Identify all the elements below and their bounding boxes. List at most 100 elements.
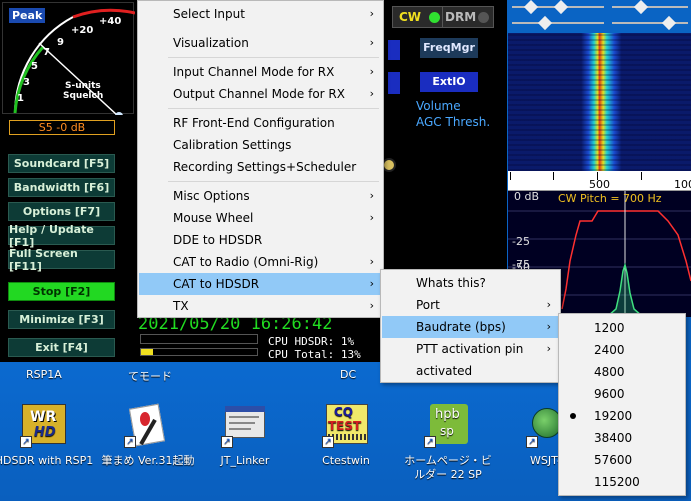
baud-option-19200[interactable]: 19200	[560, 405, 684, 427]
menu-item-input-channel-mode[interactable]: Input Channel Mode for RX ›	[139, 61, 382, 83]
slider-thumb-5[interactable]	[661, 15, 677, 31]
desktop-label-dc[interactable]: DC	[340, 368, 356, 381]
baud-option-57600[interactable]: 57600	[560, 449, 684, 471]
s-scale-1: 1	[17, 93, 24, 104]
baud-option-1200[interactable]: 1200	[560, 317, 684, 339]
menu-item-dde[interactable]: DDE to HDSDR	[139, 229, 382, 251]
knob-tab-2[interactable]	[388, 72, 400, 94]
jtlinker-icon: ↗	[221, 402, 269, 450]
drm-label: DRM	[445, 10, 477, 24]
wsjt-icon: ↗	[514, 402, 562, 450]
cw-led-icon	[429, 12, 440, 23]
menu-item-recording[interactable]: Recording Settings+Scheduler	[139, 156, 382, 178]
drm-mode-button[interactable]: DRM	[442, 6, 494, 28]
s-meter-reading: S5 -0 dB	[9, 120, 115, 135]
desktop-icon-label: 筆まめ Ver.31起動	[101, 454, 195, 467]
baud-option-2400[interactable]: 2400	[560, 339, 684, 361]
bandwidth-button[interactable]: Bandwidth [F6]	[8, 178, 115, 197]
desktop-icon-hpb[interactable]: hpb sp ↗ ホームページ・ビルダー 22 SP	[400, 402, 496, 482]
minimize-button[interactable]: Minimize [F3]	[8, 310, 115, 329]
volume-label: Volume	[416, 99, 461, 113]
chevron-right-icon: ›	[369, 36, 374, 49]
menu-separator	[168, 108, 379, 109]
baud-option-9600[interactable]: 9600	[560, 383, 684, 405]
menu-item-cat-radio[interactable]: CAT to Radio (Omni-Rig) ›	[139, 251, 382, 273]
slider-track-3[interactable]	[512, 22, 604, 24]
scale-tick	[510, 172, 511, 180]
baud-option-4800[interactable]: 4800	[560, 361, 684, 383]
slider-track-4[interactable]	[612, 22, 688, 24]
chevron-right-icon: ›	[369, 87, 374, 100]
slider-thumb-3[interactable]	[633, 0, 649, 15]
chevron-right-icon: ›	[369, 255, 374, 268]
menu-item-misc-options[interactable]: Misc Options ›	[139, 185, 382, 207]
menu-item-output-channel-mode[interactable]: Output Channel Mode for RX ›	[139, 83, 382, 105]
menu-item-rf-frontend[interactable]: RF Front-End Configuration	[139, 112, 382, 134]
chevron-right-icon: ›	[546, 298, 551, 311]
cw-mode-button[interactable]: CW	[392, 6, 448, 28]
baud-option-115200[interactable]: 115200	[560, 471, 684, 493]
chevron-right-icon: ›	[369, 189, 374, 202]
desktop-icon-hdsdr[interactable]: WR HD ↗ HDSDR with RSP1	[0, 402, 93, 468]
menu-item-visualization[interactable]: Visualization ›	[139, 32, 382, 54]
menu-separator	[168, 57, 379, 58]
s-scale-9: 9	[57, 37, 64, 48]
s-meter: Peak +40 +20 9 7 5 3 1 S-units Squelch	[2, 2, 135, 115]
help-update-button[interactable]: Help / Update [F1]	[8, 223, 115, 249]
radio-bullet-icon	[570, 413, 576, 419]
slider-track-2[interactable]	[612, 6, 688, 8]
hdsdr-icon: WR HD ↗	[20, 402, 68, 450]
menu-item-port[interactable]: Port ›	[382, 294, 559, 316]
peak-button[interactable]: Peak	[9, 8, 46, 23]
chevron-right-icon: ›	[369, 7, 374, 20]
s-scale-3: 3	[23, 77, 30, 88]
desktop-icon-ctestwin[interactable]: CQ TEST ↗ Ctestwin	[306, 402, 386, 468]
full-screen-button[interactable]: Full Screen [F11]	[8, 247, 115, 273]
cw-label: CW	[399, 10, 422, 24]
desktop-icon-label: ホームページ・ビルダー 22 SP	[404, 454, 492, 481]
knob-tab-1[interactable]	[388, 40, 400, 60]
desktop-label-rsp1a[interactable]: RSP1A	[26, 368, 62, 381]
context-menu-cat: Whats this? Port › Baudrate (bps) › PTT ac…	[380, 269, 561, 383]
waterfall-texture	[508, 33, 691, 171]
baud-option-38400[interactable]: 38400	[560, 427, 684, 449]
desktop-label-mode[interactable]: てモード	[128, 368, 172, 384]
menu-item-ptt-pin[interactable]: PTT activation pin ›	[382, 338, 559, 360]
desktop-icon-fudemame[interactable]: ↗ 筆まめ Ver.31起動	[102, 402, 194, 468]
slider-thumb-4[interactable]	[537, 15, 553, 31]
menu-item-baudrate[interactable]: Baudrate (bps) ›	[382, 316, 559, 338]
db-0-label: 0 dB	[514, 190, 540, 203]
squelch-label[interactable]: Squelch	[63, 91, 103, 101]
s-scale-40: +40	[99, 16, 122, 27]
menu-item-cat-hdsdr[interactable]: CAT to HDSDR ›	[139, 273, 382, 295]
menu-item-whats-this[interactable]: Whats this?	[382, 272, 559, 294]
agc-thresh-label: AGC Thresh.	[416, 115, 491, 129]
drm-led-icon	[478, 12, 489, 23]
extio-button[interactable]: ExtIO	[420, 72, 478, 92]
s-scale-5: 5	[31, 61, 38, 72]
s-scale-20: +20	[71, 25, 94, 36]
tune-knob-icon[interactable]	[382, 158, 396, 172]
desktop-icon-jtlinker[interactable]: ↗ JT_Linker	[205, 402, 285, 468]
slider-thumb-2[interactable]	[553, 0, 569, 15]
scale-tick	[597, 172, 598, 180]
context-menu-main: Select Input › Visualization › Input Chann…	[137, 0, 384, 318]
cpu-hdsdr-label: CPU HDSDR: 1%	[268, 335, 355, 348]
menu-item-mouse-wheel[interactable]: Mouse Wheel ›	[139, 207, 382, 229]
context-menu-baudrate: 1200 2400 4800 9600 19200 38400 57600 11…	[558, 313, 686, 496]
menu-item-tx[interactable]: TX ›	[139, 295, 382, 317]
menu-separator	[168, 181, 379, 182]
scale-tick	[553, 172, 554, 180]
menu-item-activated[interactable]: activated	[382, 360, 559, 382]
soundcard-button[interactable]: Soundcard [F5]	[8, 154, 115, 173]
exit-button[interactable]: Exit [F4]	[8, 338, 115, 357]
freqmgr-button[interactable]: FreqMgr	[420, 38, 478, 58]
tick-500-label: 500	[589, 178, 610, 191]
menu-item-calibration[interactable]: Calibration Settings	[139, 134, 382, 156]
options-button[interactable]: Options [F7]	[8, 202, 115, 221]
menu-item-select-input[interactable]: Select Input ›	[139, 3, 382, 25]
slider-thumb-1[interactable]	[523, 0, 539, 15]
stop-button[interactable]: Stop [F2]	[8, 282, 115, 301]
desktop-icon-label: JT_Linker	[220, 454, 270, 467]
db-25-label: -25	[512, 235, 530, 248]
